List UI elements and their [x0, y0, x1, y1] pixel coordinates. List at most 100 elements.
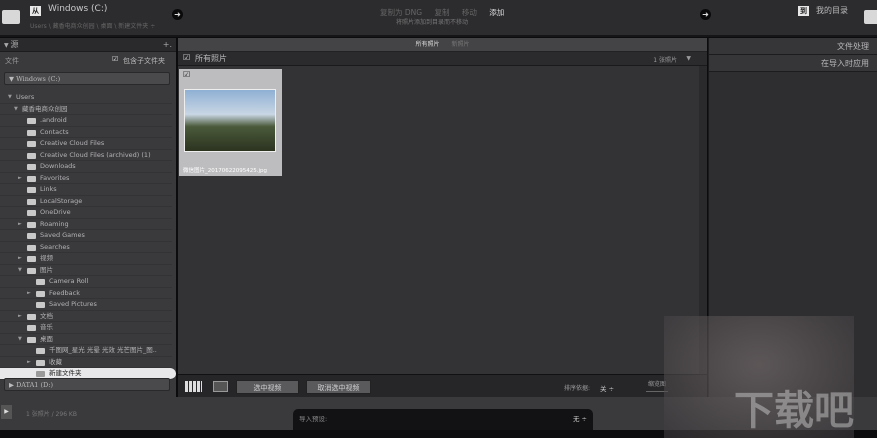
preview-panel: 所有照片 新照片 ☑ 所有照片 1 张照片 ▼ ☑ 微信图片_2017062209…	[178, 38, 707, 374]
collapsed-triangle-icon[interactable]: ►	[18, 173, 22, 185]
collapsed-triangle-icon[interactable]: ►	[27, 357, 31, 369]
folder-label: Users	[16, 93, 35, 101]
loupe-view-icon[interactable]	[213, 381, 228, 392]
folder-tree-item[interactable]: Creative Cloud Files	[0, 138, 172, 150]
deselect-video-button[interactable]: 取消选中视频	[306, 380, 371, 394]
expand-button[interactable]: ▶	[1, 405, 12, 419]
folder-tree-item[interactable]: Saved Pictures	[0, 299, 172, 311]
grid-view-icon[interactable]	[185, 381, 202, 392]
folder-tree-item[interactable]: Saved Games	[0, 230, 172, 242]
menu-triangle-icon[interactable]: ▼	[686, 55, 691, 62]
folder-label: Links	[40, 185, 57, 193]
folder-icon	[36, 359, 45, 366]
drive-data1-d[interactable]: ▶ DATA1 (D:)	[4, 378, 170, 391]
folder-icon	[27, 244, 36, 251]
expanded-triangle-icon[interactable]: ▼	[8, 92, 12, 104]
expanded-triangle-icon[interactable]: ▼	[14, 104, 18, 116]
folder-tree-item[interactable]: ► 文档	[0, 311, 172, 323]
photo-checkbox[interactable]: ☑	[183, 70, 190, 79]
source-drive-select[interactable]: Windows (C:)	[48, 4, 107, 14]
status-text: 1 张照片 / 296 KB	[26, 411, 77, 418]
destination-drive-icon	[864, 10, 877, 24]
folder-tree-item[interactable]: Downloads	[0, 161, 172, 173]
watermark-logo: 下载吧	[734, 388, 854, 434]
folder-icon	[27, 198, 36, 205]
folder-tree-item[interactable]: ▼ 图片	[0, 265, 172, 277]
source-panel-header[interactable]: ▼ 源 +.	[0, 38, 176, 52]
add-source-icon[interactable]: +.	[163, 38, 172, 52]
tab-new-photos[interactable]: 新照片	[452, 41, 470, 48]
folder-label: LocalStorage	[40, 196, 83, 205]
folder-tree-item[interactable]: ► Roaming	[0, 219, 172, 231]
mode-copy[interactable]: 复制	[434, 8, 449, 17]
drive-windows-c[interactable]: ▼ Windows (C:)	[4, 72, 170, 85]
folder-tree-item[interactable]: ► Favorites	[0, 173, 172, 185]
destination-catalog[interactable]: 我的目录	[816, 5, 848, 16]
folder-icon	[36, 371, 45, 377]
grid-header: ☑ 所有照片 1 张照片 ▼	[178, 52, 707, 66]
arrow-right-icon: ➜	[172, 9, 183, 20]
source-breadcrumb[interactable]: Users \ 藏香电商众创园 \ 桌面 \ 新建文件夹 ÷	[30, 21, 155, 30]
folder-icon	[27, 118, 36, 124]
collapsed-triangle-icon[interactable]: ►	[18, 219, 22, 231]
folder-tree-item[interactable]: Camera Roll	[0, 276, 172, 288]
folder-tree-item[interactable]: Creative Cloud Files (archived) (1)	[0, 150, 172, 161]
folder-label: 文档	[40, 311, 53, 320]
folder-label: Creative Cloud Files (archived) (1)	[40, 150, 151, 159]
expanded-triangle-icon[interactable]: ▼	[18, 265, 22, 277]
source-drive-icon	[2, 10, 20, 24]
folder-icon	[27, 267, 36, 274]
folder-icon	[27, 175, 36, 182]
include-subfolders-checkbox[interactable]: ☑	[112, 55, 118, 63]
folder-label: OneDrive	[40, 208, 71, 216]
folder-icon	[36, 279, 45, 285]
folder-label: Feedback	[49, 288, 80, 297]
folder-tree-item[interactable]: Searches	[0, 242, 172, 253]
apply-on-import-header[interactable]: 在导入时应用	[709, 55, 877, 72]
import-preset-select[interactable]: 无 ÷	[573, 413, 587, 423]
mode-move[interactable]: 移动	[462, 8, 477, 17]
folder-tree-item[interactable]: ▼ Users	[0, 92, 172, 104]
mode-description: 将照片添加到目录而不移动	[396, 19, 469, 26]
folder-icon	[27, 313, 36, 320]
photo-cell[interactable]: ☑ 微信图片_20170622095425.jpg	[179, 69, 282, 176]
sort-select[interactable]: 关 ÷	[600, 383, 614, 393]
mode-copy-dng[interactable]: 复制为 DNG	[380, 8, 422, 17]
import-preset[interactable]: 导入预设: 无 ÷	[293, 409, 593, 430]
folder-tree-item[interactable]: Links	[0, 184, 172, 196]
filter-tabs: 所有照片 新照片	[178, 38, 707, 52]
mode-add[interactable]: 添加	[489, 8, 504, 17]
folder-tree-item[interactable]: ► 收藏	[0, 357, 172, 369]
folder-icon	[27, 164, 36, 170]
folder-icon	[36, 290, 45, 297]
tab-all-photos[interactable]: 所有照片	[415, 41, 439, 48]
folder-icon	[27, 233, 36, 239]
collapsed-triangle-icon[interactable]: ►	[18, 311, 22, 323]
arrow-right-icon: ➜	[700, 9, 711, 20]
folder-tree-item[interactable]: 音乐	[0, 322, 172, 334]
folder-tree-item[interactable]: 千图网_星光 光晕 光效 光芒图片_图..	[0, 345, 172, 357]
folder-tree-item[interactable]: .android	[0, 115, 172, 127]
folder-tree-item[interactable]: OneDrive	[0, 207, 172, 219]
folder-tree-item[interactable]: LocalStorage	[0, 196, 172, 207]
folder-label: 视频	[40, 254, 53, 262]
photo-thumbnail[interactable]	[184, 89, 276, 152]
folder-tree-item[interactable]: ► 视频	[0, 253, 172, 265]
files-label: 文件	[5, 57, 19, 65]
folder-tree-item[interactable]: ▼ 藏香电商众创园	[0, 104, 172, 116]
folder-label: Creative Cloud Files	[40, 139, 105, 147]
expanded-triangle-icon[interactable]: ▼	[18, 334, 22, 346]
folder-tree-item[interactable]: Contacts	[0, 127, 172, 138]
folder-label: Saved Pictures	[49, 300, 97, 308]
watermark-overlay: 下载吧	[664, 316, 854, 438]
select-video-button[interactable]: 选中视频	[236, 380, 299, 394]
folder-icon	[27, 187, 36, 193]
folder-tree-item[interactable]: ▼ 桌面	[0, 334, 172, 346]
folder-label: 藏香电商众创园	[22, 104, 68, 113]
collapsed-triangle-icon[interactable]: ►	[27, 288, 31, 300]
select-all-checkbox[interactable]: ☑	[183, 53, 190, 62]
source-title: 源	[10, 40, 19, 49]
file-handling-header[interactable]: 文件处理	[709, 38, 877, 55]
folder-tree-item[interactable]: ► Feedback	[0, 288, 172, 300]
collapsed-triangle-icon[interactable]: ►	[18, 253, 22, 265]
